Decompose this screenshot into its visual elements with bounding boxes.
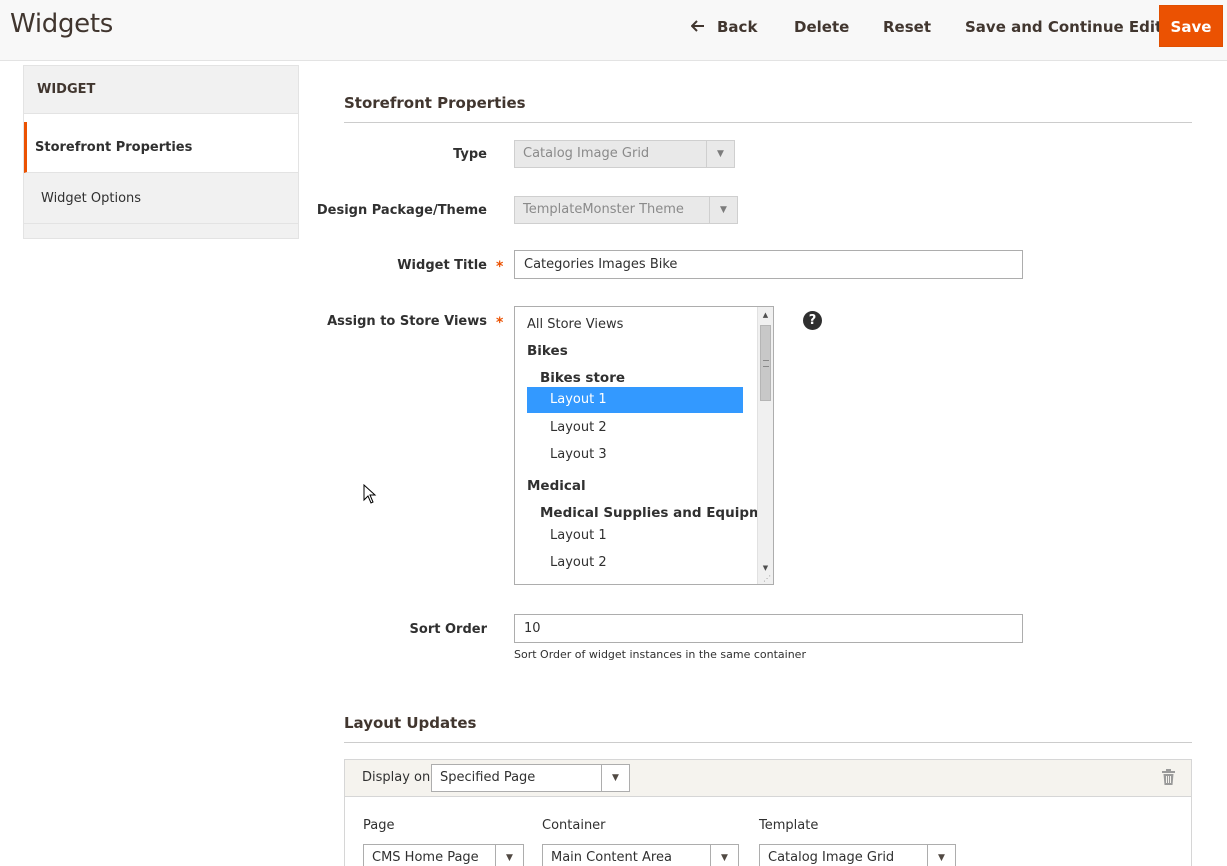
store-views-label: Assign to Store Views (327, 314, 487, 329)
store-views-multiselect[interactable]: All Store Views Bikes Bikes store Layout… (514, 306, 774, 585)
back-button-label: Back (717, 18, 758, 36)
theme-label: Design Package/Theme (316, 203, 487, 218)
section-divider (344, 122, 1192, 123)
scrollbar[interactable]: ▲ ▼ (757, 307, 773, 584)
layout-update-panel: Display on Specified Page ▼ Page CMS Hom… (344, 759, 1192, 866)
required-mark: * (496, 259, 504, 275)
tab-widget-options[interactable]: Widget Options (24, 173, 298, 224)
website-group-label: Medical (527, 478, 586, 494)
store-view-option[interactable]: Layout 3 (550, 447, 607, 462)
sidebar-title: WIDGET (24, 66, 298, 114)
chevron-down-icon: ▼ (706, 141, 734, 167)
store-view-option-selected[interactable]: Layout 1 (527, 387, 743, 413)
store-group-label: Bikes store (540, 370, 626, 386)
website-group-label: Bikes (527, 343, 568, 359)
widget-title-input[interactable]: Categories Images Bike (514, 250, 1023, 279)
resize-handle-icon[interactable]: ⋰ (763, 574, 771, 583)
template-select-value: Catalog Image Grid (768, 850, 895, 865)
store-view-option[interactable]: All Store Views (527, 317, 623, 332)
type-label: Type (453, 147, 487, 162)
back-button[interactable]: Back (690, 17, 758, 37)
scroll-up-arrow-icon[interactable]: ▲ (758, 307, 773, 323)
theme-select-value: TemplateMonster Theme (523, 202, 684, 217)
help-icon[interactable]: ? (803, 311, 822, 330)
template-select[interactable]: Catalog Image Grid ▼ (759, 844, 956, 866)
store-view-option[interactable]: Layout 2 (550, 555, 607, 570)
save-and-continue-button[interactable]: Save and Continue Edit (965, 17, 1162, 37)
display-on-value: Specified Page (440, 770, 536, 785)
template-label: Template (759, 818, 819, 833)
arrow-left-icon (690, 17, 709, 37)
delete-button[interactable]: Delete (794, 17, 849, 37)
store-view-option[interactable]: Layout 1 (550, 528, 607, 543)
container-select[interactable]: Main Content Area ▼ (542, 844, 739, 866)
chevron-down-icon: ▼ (927, 845, 955, 866)
layout-updates-section-title: Layout Updates (344, 714, 477, 732)
store-group-label: Medical Supplies and Equipment (540, 505, 774, 521)
store-view-option[interactable]: Layout 2 (550, 420, 607, 435)
sort-order-note: Sort Order of widget instances in the sa… (514, 648, 806, 661)
theme-select[interactable]: TemplateMonster Theme ▼ (514, 196, 738, 224)
reset-button[interactable]: Reset (883, 17, 931, 37)
chevron-down-icon: ▼ (709, 197, 737, 223)
grip-icon (763, 360, 769, 367)
save-button[interactable]: Save (1159, 5, 1223, 47)
page-select-value: CMS Home Page (372, 850, 479, 865)
sidebar: WIDGET Storefront Properties Widget Opti… (23, 65, 299, 239)
layout-update-header: Display on Specified Page ▼ (345, 760, 1191, 797)
sort-order-input[interactable]: 10 (514, 614, 1023, 643)
page-select[interactable]: CMS Home Page ▼ (363, 844, 524, 866)
page-header: Widgets Back Delete Reset Save and Conti… (0, 0, 1227, 61)
display-on-label: Display on (362, 770, 431, 785)
container-label: Container (542, 818, 606, 833)
scrollbar-thumb[interactable] (760, 325, 771, 401)
sort-order-label: Sort Order (409, 622, 487, 637)
page-title: Widgets (10, 9, 114, 39)
mouse-cursor-icon (363, 484, 377, 504)
type-select[interactable]: Catalog Image Grid ▼ (514, 140, 735, 168)
section-divider (344, 742, 1192, 743)
required-mark: * (496, 315, 504, 331)
display-on-select[interactable]: Specified Page ▼ (431, 764, 630, 792)
chevron-down-icon: ▼ (495, 845, 523, 866)
chevron-down-icon: ▼ (710, 845, 738, 866)
sidebar-gap (24, 114, 298, 122)
chevron-down-icon: ▼ (601, 765, 629, 791)
container-select-value: Main Content Area (551, 850, 672, 865)
tab-storefront-properties[interactable]: Storefront Properties (24, 122, 298, 173)
trash-icon[interactable] (1162, 769, 1175, 785)
storefront-section-title: Storefront Properties (344, 94, 526, 112)
widget-title-label: Widget Title (397, 258, 487, 273)
type-select-value: Catalog Image Grid (523, 146, 650, 161)
page-label: Page (363, 818, 395, 833)
